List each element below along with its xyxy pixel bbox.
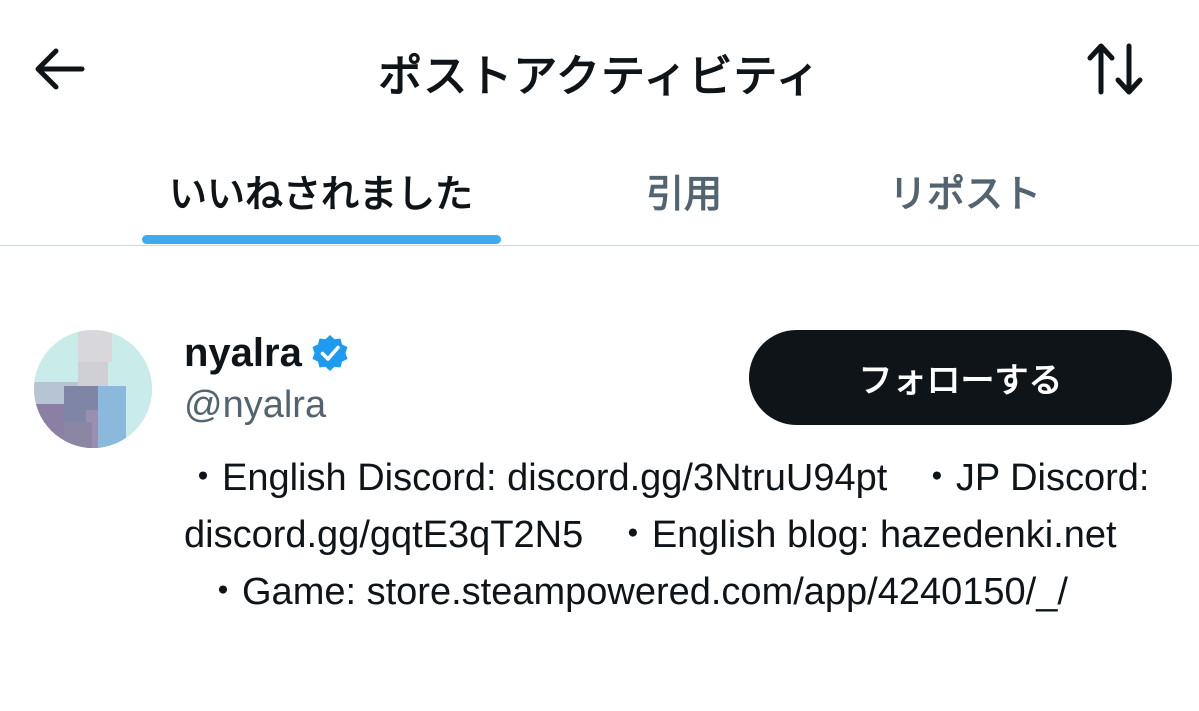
follow-button[interactable]: フォローする [749, 330, 1172, 425]
activity-tabs: いいねされました 引用 リポスト [0, 135, 1199, 246]
bio-item-game: ・Game: store.steampowered.com/app/424015… [204, 571, 1068, 613]
user-list-item[interactable]: nyalra @nyalra フォローする ・English Discord: … [0, 300, 1199, 700]
verified-badge-icon [312, 335, 348, 371]
display-name: nyalra [184, 330, 302, 375]
page-title: ポストアクティビティ [378, 51, 821, 102]
tab-liked[interactable]: いいねされました [142, 135, 500, 246]
tab-quotes[interactable]: 引用 [600, 135, 768, 246]
avatar[interactable] [34, 330, 152, 448]
bio-item-english-blog: ・English blog: hazedenki.net [613, 514, 1117, 556]
user-handle: @nyalra [184, 384, 327, 426]
sort-arrows-icon [1087, 43, 1143, 95]
active-tab-indicator [142, 235, 501, 244]
user-name-line[interactable]: nyalra [184, 328, 350, 378]
sort-button[interactable] [1080, 36, 1150, 102]
tab-reposts[interactable]: リポスト [860, 135, 1070, 246]
header-bar: ポストアクティビティ [0, 0, 1199, 135]
avatar-image [34, 330, 152, 448]
tabs-divider [0, 245, 1199, 246]
bio-item-english-discord: ・English Discord: discord.gg/3NtruU94pt [184, 457, 888, 499]
user-bio: ・English Discord: discord.gg/3NtruU94pt … [184, 450, 1174, 621]
